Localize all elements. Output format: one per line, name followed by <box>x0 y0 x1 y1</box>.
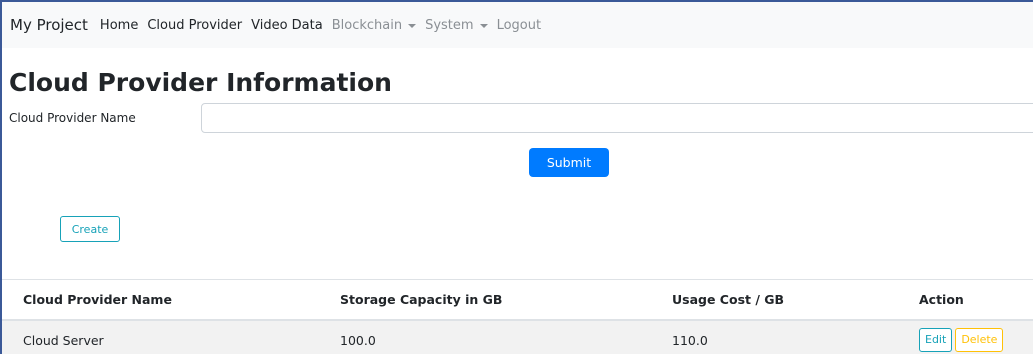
column-header-cost: Usage Cost / GB <box>652 279 906 321</box>
submit-button[interactable]: Submit <box>529 148 609 177</box>
cloud-provider-name-input[interactable] <box>201 103 1033 133</box>
table-body: Cloud Server 100.0 110.0 Edit Delete <box>2 319 1033 354</box>
column-header-storage: Storage Capacity in GB <box>320 279 652 321</box>
caret-down-icon <box>479 23 488 28</box>
cloud-provider-table: Cloud Provider Name Storage Capacity in … <box>2 279 1033 354</box>
caret-down-icon <box>408 23 417 28</box>
cell-actions: Edit Delete <box>906 319 1033 354</box>
page-title: Cloud Provider Information <box>9 68 392 97</box>
delete-button[interactable]: Delete <box>955 328 1004 352</box>
top-navbar: My Project Home Cloud Provider Video Dat… <box>2 2 1033 48</box>
cloud-provider-name-label: Cloud Provider Name <box>9 111 136 125</box>
nav-dropdown-blockchain-label: Blockchain <box>331 17 403 33</box>
navbar-brand[interactable]: My Project <box>10 16 88 34</box>
cell-provider-name: Cloud Server <box>2 319 320 354</box>
table-row: Cloud Server 100.0 110.0 Edit Delete <box>2 319 1033 354</box>
nav-link-video-data[interactable]: Video Data <box>251 18 323 33</box>
nav-dropdown-blockchain[interactable]: Blockchain <box>331 17 417 33</box>
column-header-action: Action <box>906 279 1033 321</box>
nav-link-video-data-label: Video Data <box>251 17 323 33</box>
nav-link-cloud-provider-label: Cloud Provider <box>147 17 243 33</box>
cell-storage-capacity: 100.0 <box>320 319 652 354</box>
nav-link-logout-label: Logout <box>496 17 542 33</box>
create-button[interactable]: Create <box>60 216 120 242</box>
nav-dropdown-system-label: System <box>425 17 474 33</box>
table-header: Cloud Provider Name Storage Capacity in … <box>2 279 1033 321</box>
edit-button[interactable]: Edit <box>919 328 953 352</box>
cell-usage-cost: 110.0 <box>652 319 906 354</box>
nav-link-home[interactable]: Home <box>100 18 138 33</box>
app-window: My Project Home Cloud Provider Video Dat… <box>0 0 1033 354</box>
nav-link-cloud-provider[interactable]: Cloud Provider <box>147 18 242 33</box>
nav-link-home-label: Home <box>99 17 139 33</box>
table-header-row: Cloud Provider Name Storage Capacity in … <box>2 279 1033 321</box>
column-header-name: Cloud Provider Name <box>2 279 320 321</box>
nav-dropdown-system[interactable]: System <box>425 17 488 33</box>
nav-link-logout[interactable]: Logout <box>497 18 542 33</box>
